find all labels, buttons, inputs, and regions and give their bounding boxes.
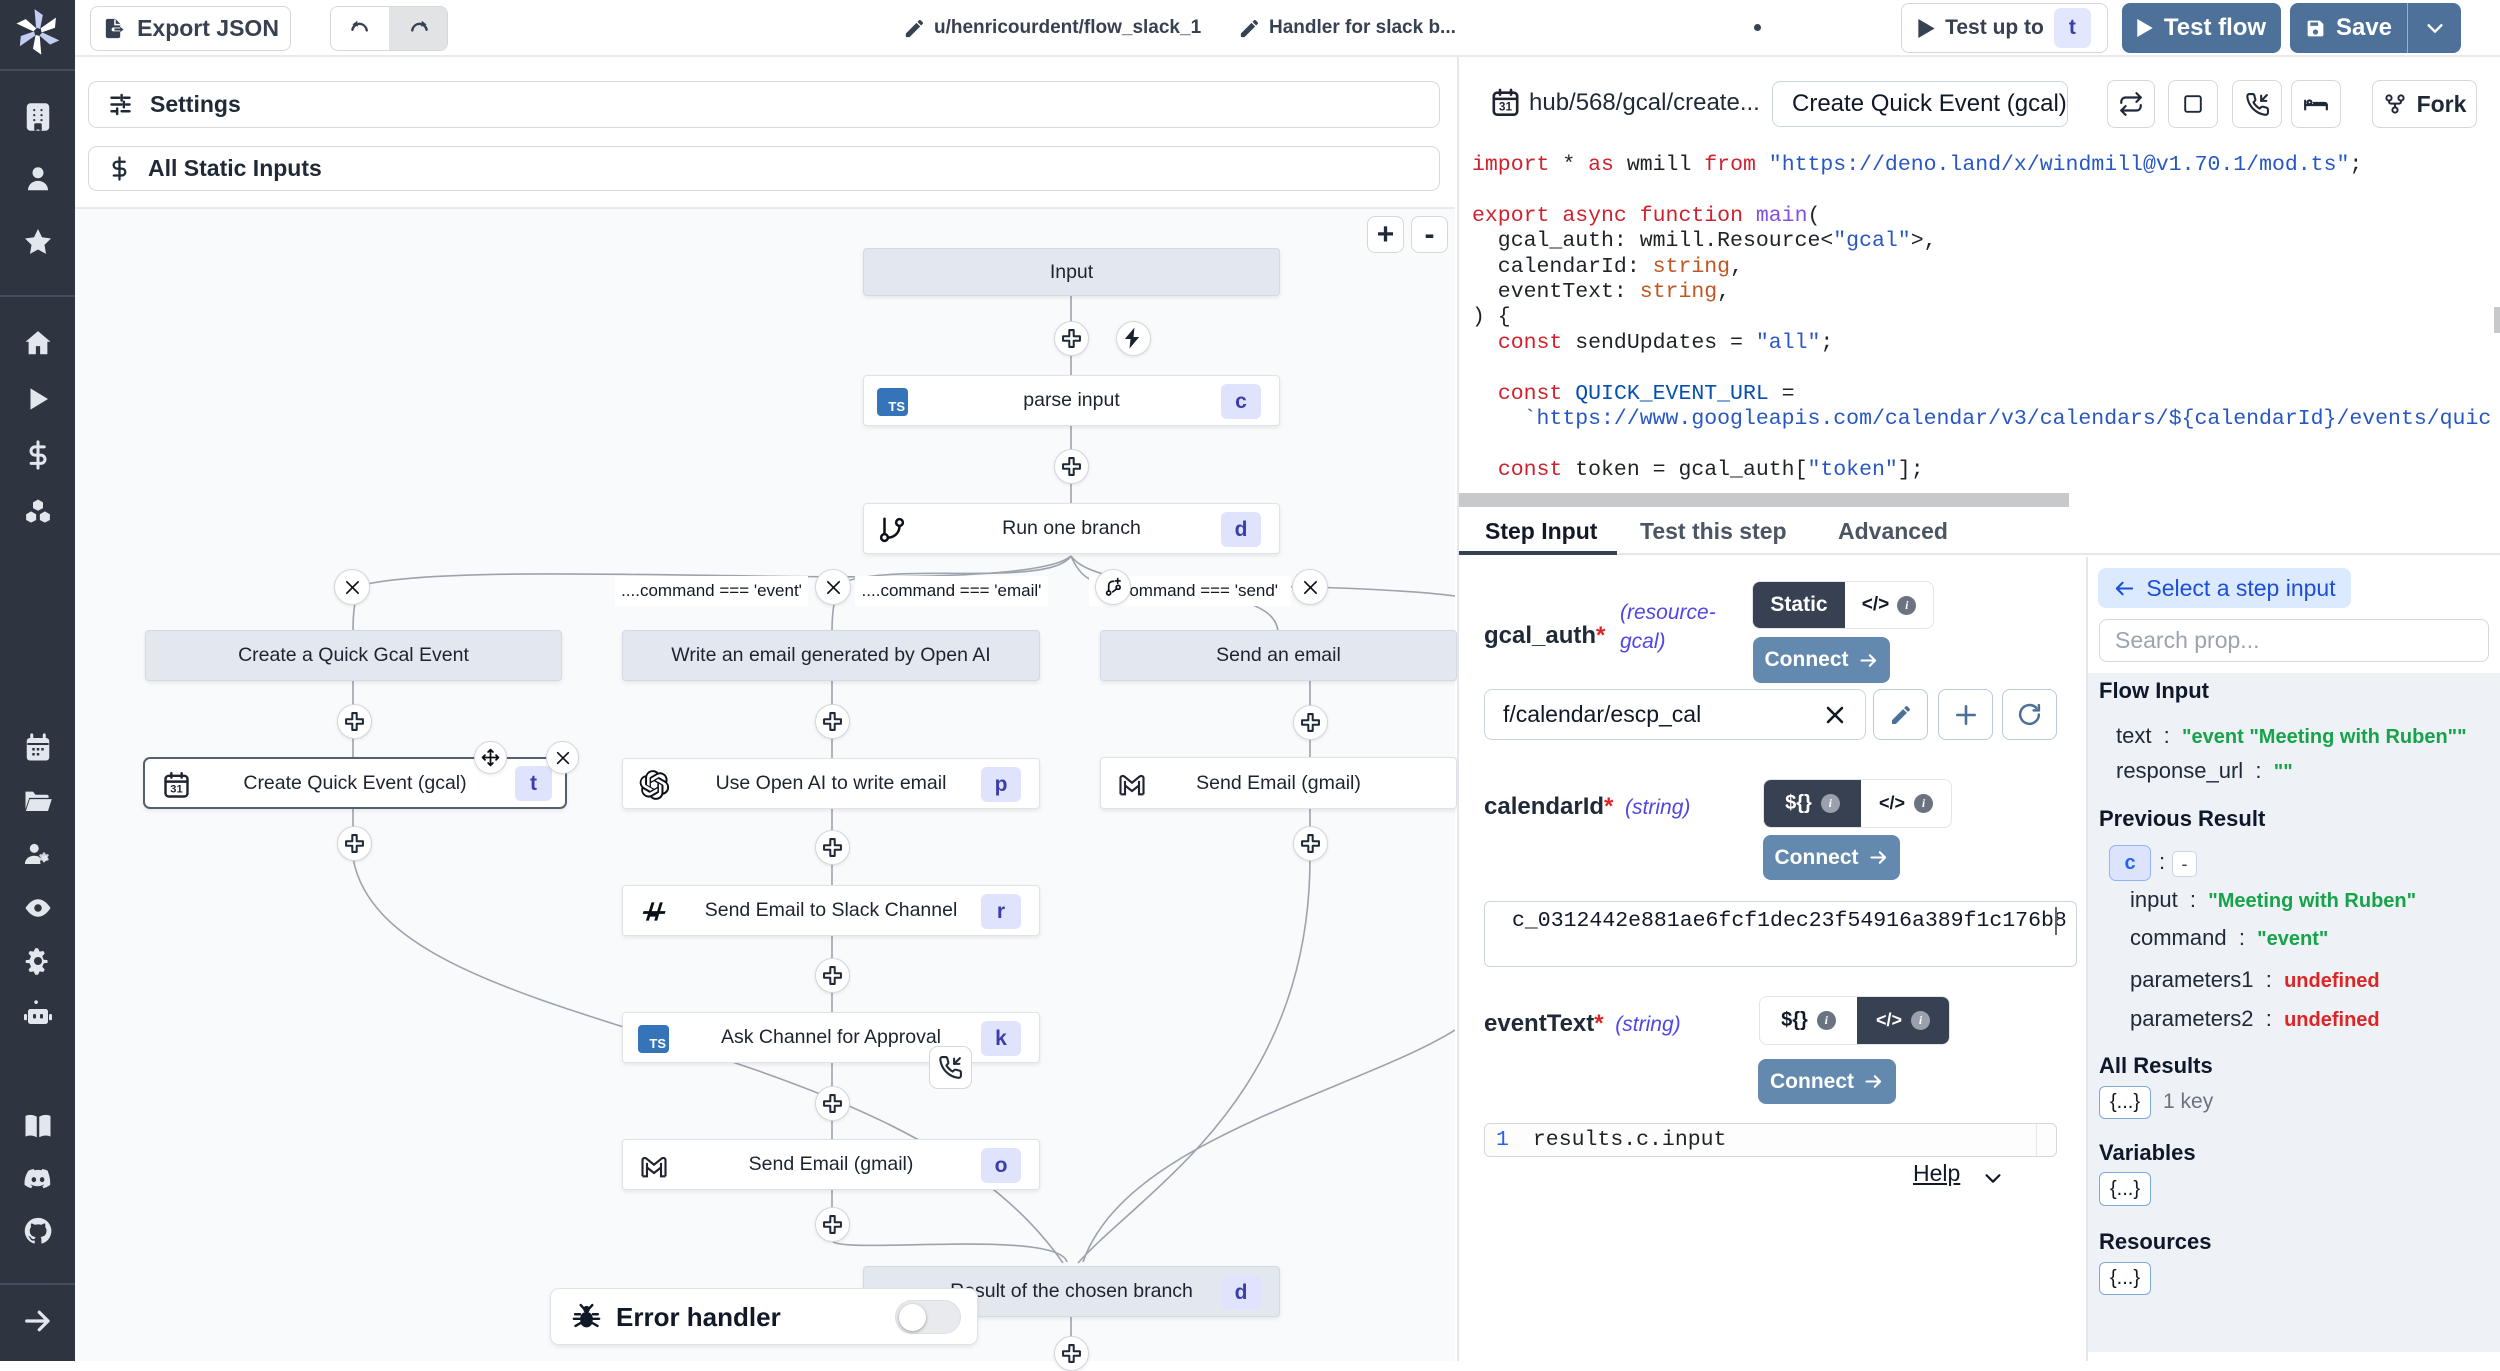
svg-text:31: 31 <box>1499 100 1513 114</box>
